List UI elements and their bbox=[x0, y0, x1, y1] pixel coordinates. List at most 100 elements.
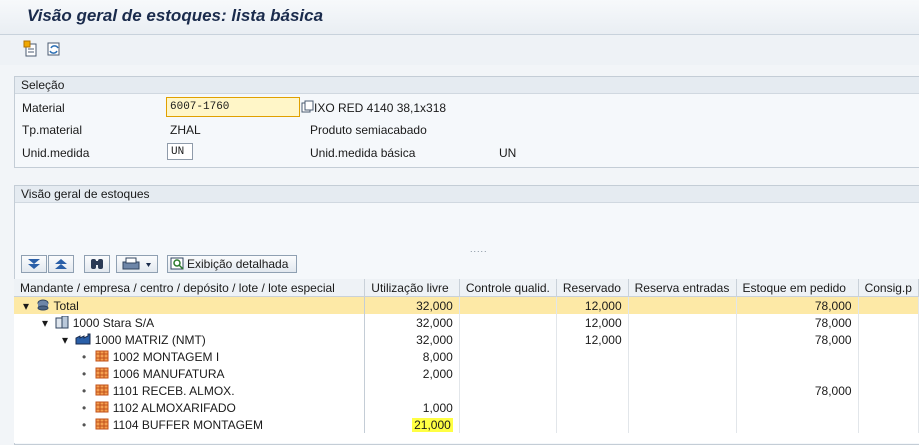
resize-handle[interactable]: ..... bbox=[470, 244, 488, 254]
cell-consig bbox=[858, 296, 919, 314]
collapse-all-icon bbox=[55, 259, 67, 269]
title-bar: Visão geral de estoques: lista básica bbox=[0, 0, 919, 35]
storage-location-icon bbox=[95, 384, 109, 395]
storage-location-icon bbox=[95, 350, 109, 361]
cell-livre: 1,000 bbox=[364, 399, 460, 416]
col-reserva-entradas[interactable]: Reserva entradas bbox=[628, 279, 737, 297]
cell-consig bbox=[858, 416, 919, 433]
cell-entradas bbox=[628, 365, 737, 382]
storage-location-icon bbox=[95, 401, 109, 412]
cell-reservado bbox=[556, 416, 629, 433]
cell-qualid bbox=[459, 296, 557, 314]
cell-entradas bbox=[628, 416, 737, 433]
row-label: 1006 MANUFATURA bbox=[112, 366, 225, 381]
cell-pedido: 78,000 bbox=[736, 382, 859, 399]
selection-header: Seleção bbox=[15, 77, 919, 94]
unid-medida-basica-value: UN bbox=[499, 146, 517, 160]
new-doc-icon[interactable] bbox=[22, 40, 40, 58]
cell-pedido bbox=[736, 399, 859, 416]
cell-entradas bbox=[628, 348, 737, 365]
tp-material-label: Tp.material bbox=[22, 123, 83, 137]
row-label: 1102 ALMOXARIFADO bbox=[112, 400, 236, 415]
table-row[interactable]: • 1101 RECEB. ALMOX. 78,000 bbox=[14, 382, 919, 399]
material-input[interactable]: 6007-1760 bbox=[166, 97, 300, 117]
cell-livre: 32,000 bbox=[364, 296, 460, 314]
table-row[interactable]: ▾ 1000 Stara S/A 32,000 12,000 78,000 bbox=[14, 314, 919, 331]
highlighted-value: 21,000 bbox=[412, 417, 453, 432]
row-label: 1000 Stara S/A bbox=[72, 315, 155, 330]
cell-livre: 32,000 bbox=[364, 331, 460, 348]
tree-cell: • 1102 ALMOXARIFADO bbox=[14, 399, 366, 416]
cell-livre bbox=[364, 382, 460, 399]
refresh-icon[interactable] bbox=[45, 40, 63, 58]
cell-livre: 8,000 bbox=[364, 348, 460, 365]
table-row[interactable]: ▾ Total 32,000 12,000 78,000 bbox=[14, 296, 919, 314]
cell-reservado: 12,000 bbox=[556, 314, 629, 331]
tree-cell: • 1006 MANUFATURA bbox=[14, 365, 366, 382]
expand-toggle-icon[interactable]: ▾ bbox=[42, 316, 52, 330]
cell-livre: 2,000 bbox=[364, 365, 460, 382]
cell-pedido: 78,000 bbox=[736, 314, 859, 331]
row-label: 1002 MONTAGEM I bbox=[112, 349, 220, 364]
row-label: 1101 RECEB. ALMOX. bbox=[112, 383, 235, 398]
table-row[interactable]: ▾ 1000 MATRIZ (NMT) 32,000 12,000 78,000 bbox=[14, 331, 919, 348]
cell-consig bbox=[858, 382, 919, 399]
col-hierarchy[interactable]: Mandante / empresa / centro / depósito /… bbox=[14, 279, 366, 297]
row-label: 1000 MATRIZ (NMT) bbox=[94, 332, 206, 347]
cell-qualid bbox=[459, 416, 557, 433]
tp-material-description: Produto semiacabado bbox=[310, 123, 427, 137]
expand-all-button[interactable] bbox=[21, 255, 47, 273]
unid-medida-label: Unid.medida bbox=[22, 146, 90, 160]
find-button[interactable] bbox=[84, 255, 110, 273]
print-button[interactable] bbox=[116, 255, 158, 273]
tree-cell: ▾ 1000 Stara S/A bbox=[14, 314, 366, 331]
row-label: 1104 BUFFER MONTAGEM bbox=[112, 417, 263, 432]
detail-view-button[interactable]: Exibição detalhada bbox=[167, 255, 297, 273]
collapse-all-button[interactable] bbox=[48, 255, 74, 273]
expand-all-icon bbox=[28, 259, 40, 269]
cell-consig bbox=[858, 365, 919, 382]
col-reservado[interactable]: Reservado bbox=[556, 279, 629, 297]
col-utilizacao-livre[interactable]: Utilização livre bbox=[364, 279, 460, 297]
row-label: Total bbox=[53, 298, 79, 313]
col-controle-qualid[interactable]: Controle qualid. bbox=[459, 279, 557, 297]
page-title: Visão geral de estoques: lista básica bbox=[27, 6, 324, 25]
cell-pedido: 78,000 bbox=[736, 296, 859, 314]
cell-pedido: 78,000 bbox=[736, 331, 859, 348]
stock-table-area: Mandante / empresa / centro / depósito /… bbox=[14, 279, 919, 443]
tree-cell: • 1101 RECEB. ALMOX. bbox=[14, 382, 366, 399]
cell-consig bbox=[858, 331, 919, 348]
col-consig[interactable]: Consig.p bbox=[858, 279, 919, 297]
stock-table: Mandante / empresa / centro / depósito /… bbox=[14, 279, 919, 433]
table-row[interactable]: • 1002 MONTAGEM I 8,000 bbox=[14, 348, 919, 365]
cell-entradas bbox=[628, 399, 737, 416]
selection-panel: Seleção bbox=[14, 76, 919, 168]
total-icon bbox=[37, 299, 49, 310]
cell-qualid bbox=[459, 399, 557, 416]
cell-reservado bbox=[556, 365, 629, 382]
col-estoque-pedido[interactable]: Estoque em pedido bbox=[736, 279, 859, 297]
binoculars-icon bbox=[91, 259, 103, 269]
cell-pedido bbox=[736, 416, 859, 433]
cell-livre: 21,000 bbox=[364, 416, 460, 433]
copy-icon[interactable] bbox=[301, 100, 314, 113]
company-icon bbox=[55, 315, 69, 328]
expand-toggle-icon[interactable]: ▾ bbox=[23, 299, 33, 313]
table-row[interactable]: • 1102 ALMOXARIFADO 1,000 bbox=[14, 399, 919, 416]
cell-livre: 32,000 bbox=[364, 314, 460, 331]
expand-toggle-icon[interactable]: ▾ bbox=[62, 333, 72, 347]
cell-qualid bbox=[459, 331, 557, 348]
leaf-bullet: • bbox=[82, 366, 87, 381]
unid-medida-input[interactable]: UN bbox=[167, 143, 193, 160]
tree-cell: • 1002 MONTAGEM I bbox=[14, 348, 366, 365]
cell-pedido bbox=[736, 365, 859, 382]
table-row[interactable]: • 1006 MANUFATURA 2,000 bbox=[14, 365, 919, 382]
table-row[interactable]: • 1104 BUFFER MONTAGEM 21,000 bbox=[14, 416, 919, 433]
toolbar bbox=[0, 35, 919, 65]
tp-material-value: ZHAL bbox=[170, 123, 201, 137]
storage-location-icon bbox=[95, 367, 109, 378]
cell-entradas bbox=[628, 296, 737, 314]
tree-cell: ▾ Total bbox=[14, 296, 366, 314]
cell-qualid bbox=[459, 365, 557, 382]
leaf-bullet: • bbox=[82, 349, 87, 364]
